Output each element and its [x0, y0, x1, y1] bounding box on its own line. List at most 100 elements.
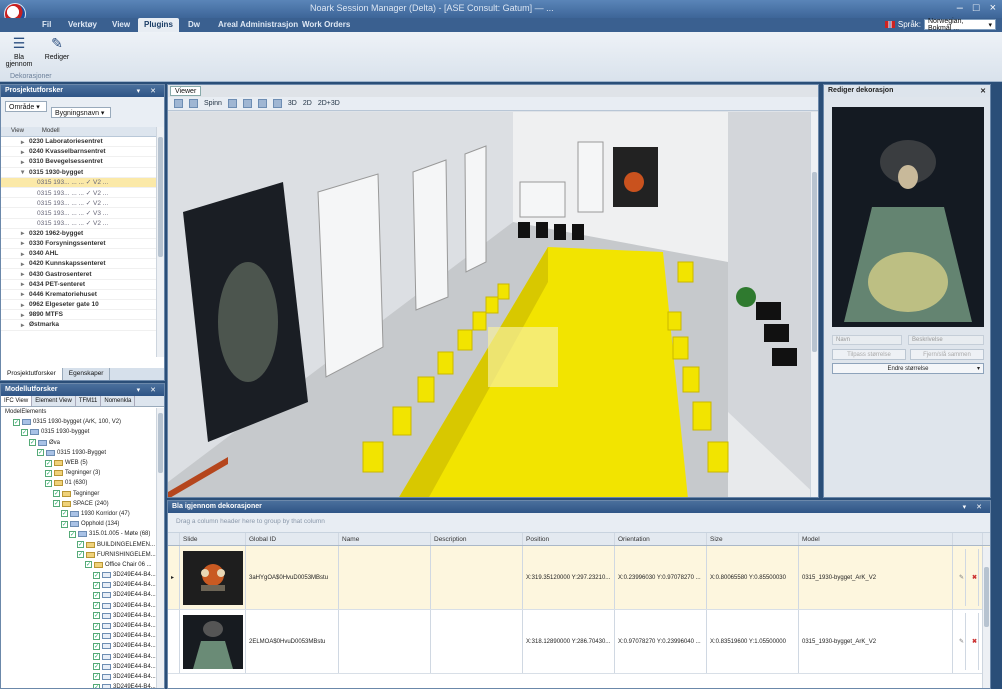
delete-icon[interactable]: ✖ [969, 613, 979, 670]
checkbox[interactable]: ✓ [85, 561, 92, 569]
tree-subitem[interactable]: 0315 193... ... ... ✓ V2 ... [1, 198, 164, 209]
model-tree-row[interactable]: ✓ 3D249E44-B4... [1, 570, 164, 580]
panel-controls-icon[interactable]: ▾ ✕ [137, 386, 160, 394]
tab-plugins[interactable]: Plugins [138, 18, 179, 32]
checkbox[interactable]: ✓ [93, 673, 100, 681]
checkbox[interactable]: ✓ [93, 612, 100, 620]
tree-subitem[interactable]: 0315 193... ... ... ✓ V2 ... [1, 188, 164, 199]
model-tree-row[interactable]: ✓ 3D249E44-B4... [1, 662, 164, 672]
view-2d3d-button[interactable]: 2D+3D [318, 100, 340, 107]
view-3d-button[interactable]: 3D [288, 100, 297, 107]
chevron-right-icon[interactable]: ▸ [21, 311, 29, 319]
model-tree-row[interactable]: ✓ 3D249E44-B4... [1, 652, 164, 662]
chevron-right-icon[interactable]: ▸ [21, 260, 29, 268]
browse-button[interactable]: ☰ Bla gjennom [2, 35, 36, 68]
section-icon[interactable] [272, 99, 282, 108]
model-tree-row[interactable]: ✓ 3D249E44-B4... [1, 641, 164, 651]
tree-item[interactable]: ▸ 0240 Kvasselbarnsentret [1, 147, 164, 158]
tree-item[interactable]: ▸ 0420 Kunnskapssenteret [1, 259, 164, 270]
building-combo[interactable]: Bygningsnavn ▾ [51, 107, 111, 118]
model-tree-row[interactable]: ✓ Opphold (134) [1, 519, 164, 529]
edit-button[interactable]: ✎ Rediger [40, 35, 74, 61]
delete-icon[interactable]: ✖ [969, 549, 979, 606]
model-tree-row[interactable]: ✓ Office Chair 06 ... [1, 560, 164, 570]
panel-controls-icon[interactable]: ▾ ✕ [963, 503, 986, 511]
tree-subitem[interactable]: 0315 193... ... ... ✓ V2 ... [1, 219, 164, 229]
edit-icon[interactable]: ✎ [956, 613, 966, 670]
model-tree-row[interactable]: ✓ 3D249E44-B4... [1, 621, 164, 631]
checkbox[interactable]: ✓ [53, 500, 60, 508]
tree-subitem[interactable]: 0315 193... ... ... ✓ V2 ... [1, 177, 164, 188]
tab-ifc-view[interactable]: IFC View [1, 396, 33, 406]
chevron-right-icon[interactable]: ▸ [21, 280, 29, 288]
checkbox[interactable]: ✓ [93, 571, 100, 579]
model-tree-row[interactable]: ✓ 3D249E44-B4... [1, 590, 164, 600]
panel-controls-icon[interactable]: ▾ ✕ [137, 87, 160, 95]
tree-item[interactable]: ▸ 9890 MTFS [1, 310, 164, 321]
checkbox[interactable]: ✓ [93, 602, 100, 610]
edit-icon[interactable]: ✎ [956, 549, 966, 606]
model-tree-row[interactable]: ✓ Tegninger [1, 489, 164, 499]
camera-icon[interactable] [227, 99, 237, 108]
checkbox[interactable]: ✓ [13, 418, 20, 426]
model-tree-row[interactable]: ✓ 3D249E44-B4... [1, 611, 164, 621]
checkbox[interactable]: ✓ [45, 479, 52, 487]
model-tree-row[interactable]: ✓ SPACE (240) [1, 499, 164, 509]
tab-areal-administrasjon[interactable]: Areal Administrasjon [218, 20, 298, 29]
tree-item[interactable]: ▸ Østmarka [1, 320, 164, 331]
model-tree-row[interactable]: ✓ WEB (5) [1, 458, 164, 468]
column-position[interactable]: Position [523, 533, 615, 545]
maximize-icon[interactable]: □ [973, 2, 980, 14]
model-tree-row[interactable]: ✓ BUILDINGELEMEN... [1, 539, 164, 549]
select-icon[interactable] [174, 99, 183, 108]
view-2d-button[interactable]: 2D [303, 100, 312, 107]
model-tree-row[interactable]: ✓ 0315 1930-bygget (ArK, 100, V2) [1, 417, 164, 427]
model-tree-row[interactable]: ✓ 01 (630) [1, 478, 164, 488]
checkbox[interactable]: ✓ [77, 551, 84, 559]
chevron-right-icon[interactable]: ▸ [21, 250, 29, 258]
scrollbar[interactable] [982, 547, 990, 688]
model-tree-row[interactable]: ✓ 3D249E44-B4... [1, 601, 164, 611]
minimize-icon[interactable]: – [957, 2, 963, 14]
checkbox[interactable]: ✓ [61, 510, 68, 518]
model-tree-row[interactable]: ✓ 3D249E44-B4... [1, 682, 164, 688]
tree-item[interactable]: ▸ 0330 Forsyningssenteret [1, 239, 164, 250]
checkbox[interactable]: ✓ [29, 439, 36, 447]
spin-button[interactable]: Spinn [204, 100, 222, 107]
model-tree-row[interactable]: ✓ Tegninger (3) [1, 468, 164, 478]
3d-scene[interactable] [168, 112, 819, 498]
close-icon[interactable]: ✕ [980, 87, 986, 95]
scrollbar[interactable] [156, 127, 164, 357]
tab-element-view[interactable]: Element View [32, 396, 76, 406]
chevron-down-icon[interactable]: ▾ [21, 168, 29, 176]
chevron-right-icon[interactable]: ▸ [21, 148, 29, 156]
measure-icon[interactable] [257, 99, 267, 108]
model-tree-row[interactable]: ✓ 0315 1930-Bygget [1, 448, 164, 458]
description-field[interactable]: Beskrivelse [908, 335, 984, 345]
close-icon[interactable]: × [990, 2, 996, 14]
tab-project-explorer[interactable]: Prosjektutforsker [1, 368, 63, 380]
model-tree-row[interactable]: ✓ 1930 Korridor (47) [1, 509, 164, 519]
tab-properties[interactable]: Egenskaper [63, 368, 111, 380]
group-by-hint[interactable]: Drag a column header here to group by th… [168, 513, 990, 533]
model-tree-row[interactable]: ✓ 0315 1930-bygget [1, 427, 164, 437]
tab-nomenklatur[interactable]: Nomenkla [101, 396, 136, 406]
checkbox[interactable]: ✓ [21, 428, 28, 436]
chevron-right-icon[interactable]: ▸ [21, 239, 29, 247]
change-size-button[interactable]: Endre størrelse ▾ [832, 363, 984, 374]
chevron-right-icon[interactable]: ▸ [21, 270, 29, 278]
column-model[interactable]: Modell [42, 128, 60, 135]
column-orientation[interactable]: Orientation [615, 533, 707, 545]
tree-item[interactable]: ▸ 0434 PET-senteret [1, 280, 164, 290]
checkbox[interactable]: ✓ [53, 490, 60, 498]
checkbox[interactable]: ✓ [93, 642, 100, 650]
tree-item[interactable]: ▸ 0446 Krematoriehuset [1, 290, 164, 300]
checkbox[interactable]: ✓ [77, 541, 84, 549]
model-tree-row[interactable]: ModelElements [1, 407, 164, 417]
checkbox[interactable]: ✓ [69, 530, 76, 538]
checkbox[interactable]: ✓ [93, 622, 100, 630]
chevron-right-icon[interactable]: ▸ [21, 138, 29, 146]
tree-subitem[interactable]: 0315 193... ... ... ✓ V3 ... [1, 208, 164, 219]
panel-title[interactable]: Rediger dekorasjon [828, 87, 893, 95]
tree-item[interactable]: ▸ 0310 Bevegelsessentret [1, 157, 164, 168]
